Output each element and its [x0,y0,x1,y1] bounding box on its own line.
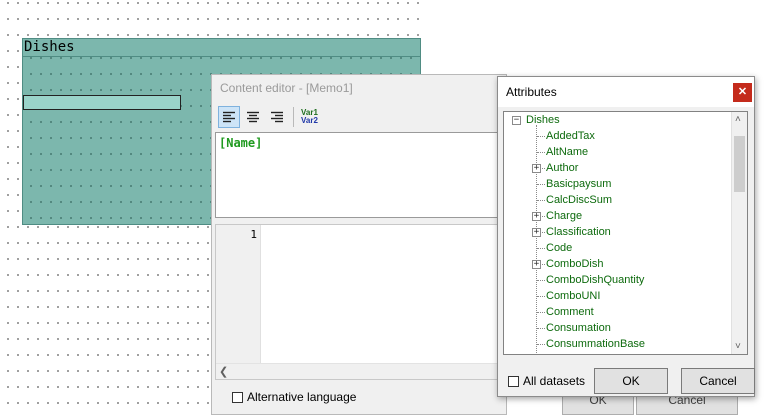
insert-variable-button[interactable]: Var1 Var2 [299,106,325,128]
tree-item-label: ConsummationBase [546,338,646,350]
tree-branch-line [537,344,545,345]
attributes-window: Attributes ✕ − Dishes AddedTax AltName + Au… [497,76,755,397]
tree-item[interactable]: Comment [504,304,731,320]
tree-item-label: Author [546,162,579,174]
tree-item[interactable]: + Author [504,160,731,176]
scroll-left-icon[interactable]: ❮ [219,365,228,378]
tree-item-label: ComboDishQuantity [546,274,645,286]
toolbar-separator [293,107,294,127]
tree-item[interactable]: AddedTax [504,128,731,144]
content-editor-title: Content editor - [Memo1] [220,81,353,95]
collapse-icon[interactable]: − [512,116,521,125]
align-center-icon[interactable] [242,106,264,128]
tree-item-label: AddedTax [546,130,595,142]
attributes-footer: All datasets OK Cancel [498,363,755,397]
tree-item-label: ConsummationNo [546,352,634,354]
scroll-thumb[interactable] [734,136,745,192]
tree-item-label: CalcDiscSum [546,194,613,206]
tree-item-label: ComboDish [546,258,604,270]
alternative-language-option[interactable]: Alternative language [232,390,356,404]
all-datasets-option[interactable]: All datasets [508,374,585,388]
line-number: 1 [250,228,257,241]
align-left-icon[interactable] [218,106,240,128]
tree-branch-line [537,280,545,281]
horizontal-scrollbar[interactable]: ❮ [216,363,503,379]
alternative-language-checkbox[interactable] [232,391,243,403]
tree-item[interactable]: + Classification [504,224,731,240]
tree-item-label: Consumation [546,322,611,334]
tree-branch-line [537,328,545,329]
all-datasets-checkbox[interactable] [508,375,519,387]
tree-item-label: Code [546,242,573,254]
tree-branch-line [537,152,545,153]
tree-item[interactable]: + Charge [504,208,731,224]
tree-item[interactable]: ComboUNI [504,288,731,304]
tree-item[interactable]: ConsummationNo [504,352,731,354]
tree-item-label: Basicpaysum [546,178,612,190]
tree-item[interactable]: CalcDiscSum [504,192,731,208]
scroll-down-icon[interactable]: ˅ [735,341,741,352]
tree-item[interactable]: + ComboDish [504,256,731,272]
expand-icon[interactable]: + [532,228,541,237]
tree-item[interactable]: ComboDishQuantity [504,272,731,288]
attributes-titlebar[interactable]: Attributes ✕ [498,77,754,107]
var2-label: Var2 [301,116,318,125]
content-editor-window: Content editor - [Memo1] Var1 Var2 [Name… [211,74,507,415]
expand-icon[interactable]: + [532,164,541,173]
alternative-language-label: Alternative language [247,390,357,404]
cancel-button[interactable]: Cancel [681,368,755,394]
tree-branch-line [537,296,545,297]
expand-icon[interactable]: + [532,260,541,269]
tree-branch-line [537,136,545,137]
scroll-up-icon[interactable]: ˄ [735,114,741,125]
tree-branch-line [537,200,545,201]
tree-item-label: ComboUNI [546,290,601,302]
tree-item-label: Charge [546,210,583,222]
tree-branch-line [537,312,545,313]
script-editor[interactable]: 1 ❮ [215,224,504,380]
ok-label: OK [622,374,640,388]
band-header[interactable]: Dishes [23,39,420,57]
memo-field[interactable] [23,95,181,110]
attributes-tree-list: − Dishes AddedTax AltName + Author Basicpays… [504,112,731,354]
all-datasets-label: All datasets [523,374,586,388]
tree-item-label: AltName [546,146,589,158]
content-editor-toolbar: Var1 Var2 [218,106,325,128]
tree-item[interactable]: Consumation [504,320,731,336]
tree-item[interactable]: Code [504,240,731,256]
memo-text-area[interactable]: [Name] [215,132,504,218]
tree-item[interactable]: ConsummationBase [504,336,731,352]
ok-button[interactable]: OK [594,368,668,394]
tree-root-dishes[interactable]: − Dishes [504,112,731,128]
align-right-icon[interactable] [266,106,288,128]
line-number-gutter: 1 [216,225,261,365]
tree-branch-line [537,248,545,249]
attributes-title: Attributes [506,85,557,99]
tree-item-label: Classification [546,226,611,238]
tree-item[interactable]: Basicpaysum [504,176,731,192]
tree-item[interactable]: AltName [504,144,731,160]
cancel-label: Cancel [699,374,737,388]
attributes-tree[interactable]: − Dishes AddedTax AltName + Author Basicpays… [503,111,748,355]
close-icon[interactable]: ✕ [733,83,752,102]
tree-branch-line [537,184,545,185]
expand-icon[interactable]: + [532,212,541,221]
tree-vertical-scrollbar[interactable]: ˄ ˅ [731,112,747,354]
tree-item-label: Comment [546,306,594,318]
tree-root-label: Dishes [526,114,560,126]
